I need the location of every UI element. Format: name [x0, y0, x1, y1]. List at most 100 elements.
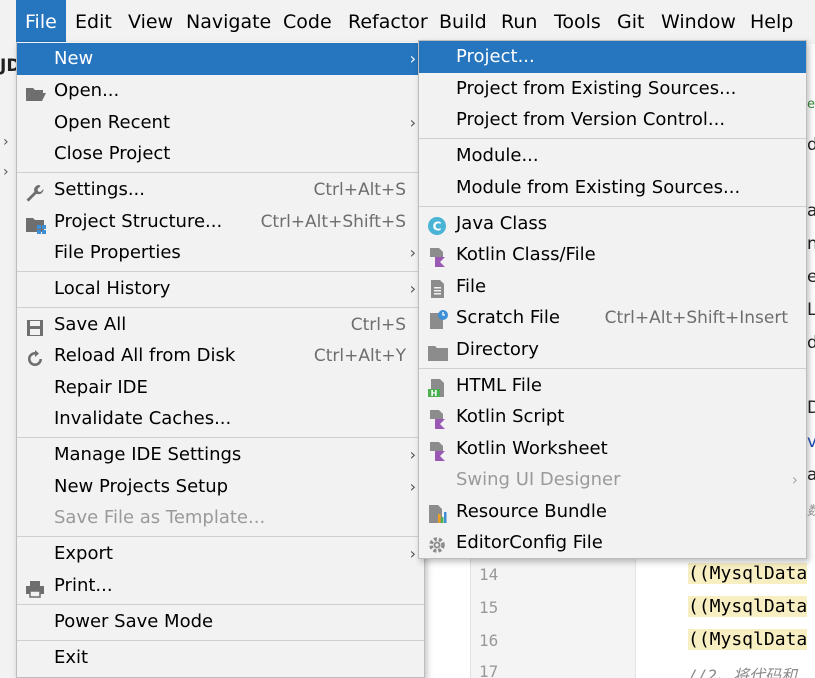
- menu-item-label: Repair IDE: [54, 377, 148, 398]
- menu-item-settings[interactable]: Settings... Ctrl+Alt+S: [17, 174, 424, 206]
- project-structure-icon: [25, 213, 46, 234]
- menu-item-manage-ide-settings[interactable]: Manage IDE Settings ›: [17, 439, 424, 471]
- menu-item-label: Kotlin Worksheet: [456, 438, 608, 459]
- menu-build[interactable]: Build: [430, 0, 496, 44]
- menu-item-local-history[interactable]: Local History ›: [17, 273, 424, 305]
- menu-git[interactable]: Git: [608, 0, 653, 44]
- menu-item-project-structure[interactable]: Project Structure... Ctrl+Alt+Shift+S: [17, 206, 424, 238]
- menu-item-power-save-mode[interactable]: Power Save Mode: [17, 606, 424, 638]
- editor-fragment: e: [807, 267, 815, 287]
- menu-item-swing-ui-designer: Swing UI Designer ›: [419, 464, 806, 496]
- menu-item-label: Open...: [54, 80, 120, 101]
- menu-item-label: Exit: [54, 647, 89, 668]
- menu-item-label: New Projects Setup: [54, 476, 229, 497]
- menu-item-module-existing[interactable]: Module from Existing Sources...: [419, 172, 806, 204]
- menu-item-label: HTML File: [456, 375, 542, 396]
- menu-item-new-projects-setup[interactable]: New Projects Setup ›: [17, 471, 424, 503]
- menu-bar: File Edit View Navigate Code Refactor Bu…: [0, 0, 815, 44]
- menu-item-module[interactable]: Module...: [419, 140, 806, 172]
- menu-item-label: Resource Bundle: [456, 501, 607, 522]
- kotlin-file-icon: [427, 246, 447, 267]
- menu-item-repair-ide[interactable]: Repair IDE: [17, 372, 424, 404]
- menu-item-java-class[interactable]: C Java Class: [419, 208, 806, 240]
- menu-item-label: Kotlin Class/File: [456, 244, 596, 265]
- menu-refactor[interactable]: Refactor: [339, 0, 437, 44]
- menu-item-label: Module from Existing Sources...: [456, 177, 741, 198]
- menu-item-scratch-file[interactable]: Scratch File Ctrl+Alt+Shift+Insert: [419, 302, 806, 334]
- menu-item-close-project[interactable]: Close Project: [17, 138, 424, 170]
- submenu-arrow-icon: ›: [409, 544, 416, 563]
- folder-icon: [427, 341, 448, 361]
- editor-fragment: d: [807, 135, 815, 155]
- file-menu: New › Open... Open Recent › Close Projec…: [16, 42, 425, 678]
- submenu-arrow-icon: ›: [409, 445, 416, 464]
- menu-item-exit[interactable]: Exit: [17, 642, 424, 674]
- menu-item-invalidate-caches[interactable]: Invalidate Caches...: [17, 403, 424, 435]
- menu-item-label: Reload All from Disk: [54, 345, 236, 366]
- shortcut-text: Ctrl+Alt+Shift+Insert: [604, 308, 788, 328]
- menu-item-save-all[interactable]: Save All Ctrl+S: [17, 309, 424, 341]
- menu-navigate[interactable]: Navigate: [177, 0, 280, 44]
- editor-fragment: a: [807, 465, 815, 485]
- code-text: ((MysqlData: [688, 596, 808, 617]
- code-comment: //2、将代码和: [688, 666, 797, 678]
- line-number: 16: [479, 631, 499, 650]
- menu-item-editorconfig-file[interactable]: EditorConfig File: [419, 527, 806, 559]
- menu-item-html-file[interactable]: H HTML File: [419, 370, 806, 402]
- menu-item-resource-bundle[interactable]: Resource Bundle: [419, 496, 806, 528]
- menu-item-label: Project Structure...: [54, 211, 223, 232]
- submenu-arrow-icon: ›: [409, 49, 416, 68]
- menu-item-label: EditorConfig File: [456, 532, 603, 553]
- menu-window[interactable]: Window: [652, 0, 745, 44]
- menu-view[interactable]: View: [119, 0, 182, 44]
- shortcut-text: Ctrl+Alt+Y: [313, 346, 406, 366]
- menu-item-project[interactable]: Project...: [419, 41, 806, 73]
- menu-run[interactable]: Run: [492, 0, 546, 44]
- menu-item-kotlin-worksheet[interactable]: Kotlin Worksheet: [419, 433, 806, 465]
- menu-item-print[interactable]: Print...: [17, 570, 424, 602]
- printer-icon: [25, 577, 45, 598]
- menu-item-label: Project...: [456, 46, 535, 67]
- expand-arrow-icon[interactable]: ›: [3, 134, 9, 150]
- menu-code[interactable]: Code: [274, 0, 341, 44]
- expand-arrow-icon[interactable]: ›: [3, 164, 9, 180]
- menu-item-label: Manage IDE Settings: [54, 444, 242, 465]
- menu-item-open-recent[interactable]: Open Recent ›: [17, 107, 424, 139]
- menu-separator: [419, 368, 806, 369]
- kotlin-worksheet-icon: [427, 440, 447, 461]
- shortcut-text: Ctrl+Alt+S: [313, 180, 406, 200]
- menu-item-label: Scratch File: [456, 307, 560, 328]
- svg-text:C: C: [433, 220, 442, 234]
- menu-item-project-vcs[interactable]: Project from Version Control...: [419, 104, 806, 136]
- editor-fragment: d: [807, 333, 815, 353]
- menu-tools[interactable]: Tools: [545, 0, 610, 44]
- html-file-icon: H: [427, 377, 447, 398]
- java-class-icon: C: [427, 215, 447, 235]
- menu-separator: [17, 536, 424, 537]
- menu-item-kotlin-class[interactable]: Kotlin Class/File: [419, 239, 806, 271]
- code-line: ((MysqlData: [688, 629, 808, 650]
- menu-item-export[interactable]: Export ›: [17, 538, 424, 570]
- menu-item-label: Project from Version Control...: [456, 109, 726, 130]
- menu-help[interactable]: Help: [741, 0, 802, 44]
- submenu-arrow-icon: ›: [409, 279, 416, 298]
- line-number: 17: [479, 662, 499, 678]
- line-number: 14: [479, 565, 499, 584]
- line-number: 15: [479, 598, 499, 617]
- menu-file[interactable]: File: [16, 0, 66, 44]
- menu-item-reload[interactable]: Reload All from Disk Ctrl+Alt+Y: [17, 340, 424, 372]
- menu-item-project-existing[interactable]: Project from Existing Sources...: [419, 73, 806, 105]
- menu-item-new[interactable]: New ›: [17, 43, 424, 75]
- menu-separator: [419, 138, 806, 139]
- editor-fragment: L: [807, 300, 815, 320]
- menu-item-file-properties[interactable]: File Properties ›: [17, 237, 424, 269]
- menu-item-file[interactable]: File: [419, 271, 806, 303]
- folder-open-icon: [25, 82, 46, 101]
- menu-edit[interactable]: Edit: [66, 0, 121, 44]
- menu-separator: [17, 307, 424, 308]
- menu-item-directory[interactable]: Directory: [419, 334, 806, 366]
- menu-item-label: Close Project: [54, 143, 171, 164]
- menu-item-kotlin-script[interactable]: Kotlin Script: [419, 401, 806, 433]
- menu-item-open[interactable]: Open...: [17, 75, 424, 107]
- submenu-arrow-icon: ›: [409, 113, 416, 132]
